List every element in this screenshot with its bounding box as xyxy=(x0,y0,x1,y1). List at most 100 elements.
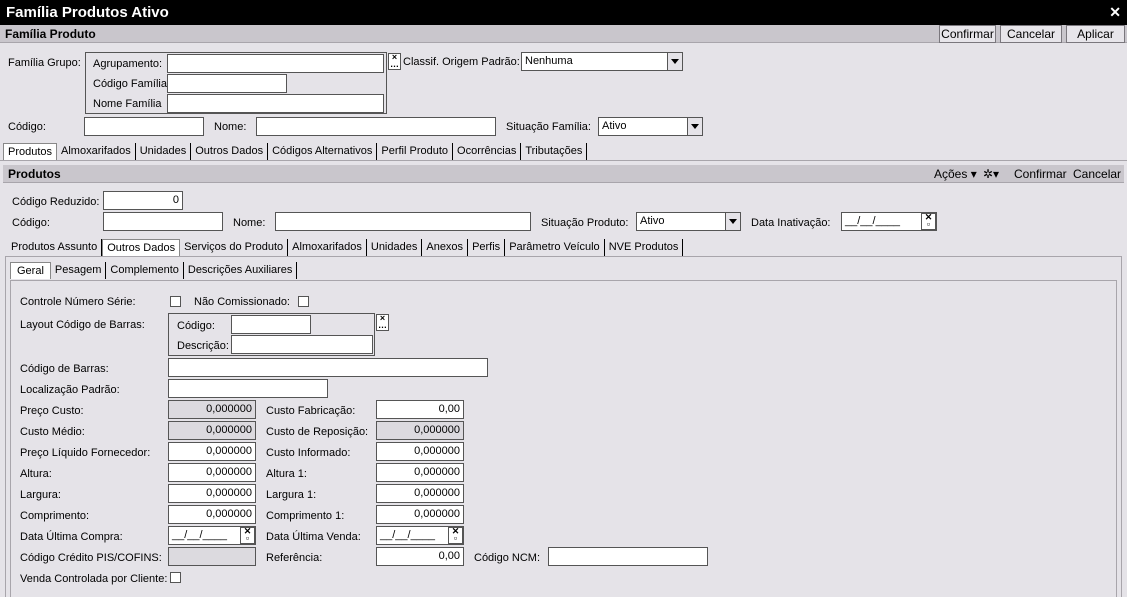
layout-codigo-label: Código: xyxy=(177,320,215,332)
tab-perfis[interactable]: Perfis xyxy=(468,239,506,256)
custo-informado-input[interactable]: 0,000000 xyxy=(376,442,464,461)
window-title: Família Produtos Ativo xyxy=(0,0,1127,25)
preco-custo-input: 0,000000 xyxy=(168,400,256,419)
familia-grupo-label: Família Grupo: xyxy=(8,57,81,69)
tab-unidades-produto[interactable]: Unidades xyxy=(367,239,423,256)
data-ultima-compra-label: Data Última Compra: xyxy=(20,531,123,543)
tab-outros-dados[interactable]: Outros Dados xyxy=(191,143,269,160)
agrupamento-lookup-icon[interactable]: ×… xyxy=(388,53,401,70)
produtos-cancel-button[interactable]: Cancelar xyxy=(1073,167,1121,181)
situacao-familia-value: Ativo xyxy=(602,120,627,132)
nao-comissionado-checkbox[interactable] xyxy=(298,296,309,307)
calendar-icon[interactable]: ✕ ▫ xyxy=(448,527,463,544)
custo-medio-label: Custo Médio: xyxy=(20,426,85,438)
produto-nome-input[interactable] xyxy=(275,212,531,231)
nome-familia-input[interactable] xyxy=(167,94,384,113)
localizacao-label: Localização Padrão: xyxy=(20,384,120,396)
classif-origem-label: Classif. Origem Padrão: xyxy=(403,56,520,68)
classif-origem-value: Nenhuma xyxy=(525,55,573,67)
tab-geral[interactable]: Geral xyxy=(10,262,51,279)
tab-almoxarifados[interactable]: Almoxarifados xyxy=(57,143,136,160)
settings-icon[interactable]: ✲▾ xyxy=(983,167,999,181)
codigo-reduzido-label: Código Reduzido: xyxy=(12,196,100,208)
familia-confirm-button[interactable]: Confirmar xyxy=(939,25,996,43)
custo-fabricacao-label: Custo Fabricação: xyxy=(266,405,356,417)
custo-reposicao-input: 0,000000 xyxy=(376,421,464,440)
produto-codigo-input[interactable] xyxy=(103,212,223,231)
tab-servicos-produto[interactable]: Serviços do Produto xyxy=(180,239,289,256)
tab-codigos-alternativos[interactable]: Códigos Alternativos xyxy=(268,143,378,160)
main-tab-bar: Produtos Almoxarifados Unidades Outros D… xyxy=(3,143,588,160)
layout-codigo-input[interactable] xyxy=(231,315,311,334)
venda-controlada-checkbox[interactable] xyxy=(170,572,181,583)
close-icon[interactable]: ✕ xyxy=(1109,0,1121,25)
chevron-down-icon[interactable] xyxy=(667,53,682,70)
codigo-barras-label: Código de Barras: xyxy=(20,363,109,375)
credito-pis-label: Código Crédito PIS/COFINS: xyxy=(20,552,162,564)
familia-nome-input[interactable] xyxy=(256,117,496,136)
referencia-input[interactable]: 0,00 xyxy=(376,547,464,566)
altura-label: Altura: xyxy=(20,468,52,480)
custo-reposicao-label: Custo de Reposição: xyxy=(266,426,369,438)
familia-apply-button[interactable]: Aplicar xyxy=(1066,25,1125,43)
calendar-icon[interactable]: ✕ ▫ xyxy=(921,213,936,230)
tab-unidades[interactable]: Unidades xyxy=(136,143,192,160)
tab-ocorrencias[interactable]: Ocorrências xyxy=(453,143,522,160)
tab-perfil-produto[interactable]: Perfil Produto xyxy=(377,143,454,160)
data-ultima-venda-label: Data Última Venda: xyxy=(266,531,361,543)
comprimento-input[interactable]: 0,000000 xyxy=(168,505,256,524)
nao-comissionado-label: Não Comissionado: xyxy=(194,296,290,308)
localizacao-input[interactable] xyxy=(168,379,328,398)
preco-liquido-input[interactable]: 0,000000 xyxy=(168,442,256,461)
credito-pis-input xyxy=(168,547,256,566)
preco-liquido-label: Preço Líquido Fornecedor: xyxy=(20,447,151,459)
codigo-ncm-input[interactable] xyxy=(548,547,708,566)
layout-lookup-icon[interactable]: ×… xyxy=(376,314,389,331)
codigo-reduzido-input[interactable]: 0 xyxy=(103,191,183,210)
referencia-label: Referência: xyxy=(266,552,323,564)
acoes-menu[interactable]: Ações ▾ xyxy=(934,167,977,181)
outros-tab-bar: Geral Pesagem Complemento Descrições Aux… xyxy=(10,262,298,279)
familia-cancel-button[interactable]: Cancelar xyxy=(1000,25,1062,43)
tab-produtos[interactable]: Produtos xyxy=(3,143,58,160)
layout-barras-label: Layout Código de Barras: xyxy=(20,319,145,331)
codigo-barras-input[interactable] xyxy=(168,358,488,377)
data-inativacao-label: Data Inativação: xyxy=(751,217,831,229)
layout-descricao-label: Descrição: xyxy=(177,340,229,352)
chevron-down-icon[interactable] xyxy=(687,118,702,135)
tab-complemento[interactable]: Complemento xyxy=(106,262,184,279)
comprimento1-input[interactable]: 0,000000 xyxy=(376,505,464,524)
familia-codigo-input[interactable] xyxy=(84,117,204,136)
tab-tributacoes[interactable]: Tributações xyxy=(521,143,588,160)
tab-parametro-veiculo[interactable]: Parâmetro Veículo xyxy=(505,239,605,256)
custo-fabricacao-input[interactable]: 0,00 xyxy=(376,400,464,419)
layout-descricao-input[interactable] xyxy=(231,335,373,354)
altura-input[interactable]: 0,000000 xyxy=(168,463,256,482)
largura1-label: Largura 1: xyxy=(266,489,317,501)
produtos-confirm-button[interactable]: Confirmar xyxy=(1014,167,1067,181)
familia-codigo-label: Código: xyxy=(8,121,46,133)
situacao-familia-label: Situação Família: xyxy=(506,121,591,133)
tab-outros-dados-produto[interactable]: Outros Dados xyxy=(102,239,181,256)
controle-serie-checkbox[interactable] xyxy=(170,296,181,307)
custo-medio-input: 0,000000 xyxy=(168,421,256,440)
tab-almoxarifados-produto[interactable]: Almoxarifados xyxy=(288,239,367,256)
codigo-familia-input[interactable] xyxy=(167,74,287,93)
tab-produtos-assunto[interactable]: Produtos Assunto xyxy=(7,239,103,256)
agrupamento-input[interactable] xyxy=(167,54,384,73)
tab-descricoes-auxiliares[interactable]: Descrições Auxiliares xyxy=(184,262,298,279)
tab-anexos[interactable]: Anexos xyxy=(422,239,469,256)
situacao-produto-label: Situação Produto: xyxy=(541,217,629,229)
tab-pesagem[interactable]: Pesagem xyxy=(51,262,107,279)
chevron-down-icon[interactable] xyxy=(725,213,740,230)
custo-informado-label: Custo Informado: xyxy=(266,447,351,459)
largura-input[interactable]: 0,000000 xyxy=(168,484,256,503)
tab-nve-produtos[interactable]: NVE Produtos xyxy=(605,239,684,256)
codigo-familia-label: Código Família xyxy=(93,78,167,90)
largura1-input[interactable]: 0,000000 xyxy=(376,484,464,503)
familia-header-label: Família Produto xyxy=(5,27,96,41)
altura1-input[interactable]: 0,000000 xyxy=(376,463,464,482)
produto-codigo-label: Código: xyxy=(12,217,50,229)
classif-origem-select[interactable]: Nenhuma xyxy=(521,52,683,71)
calendar-icon[interactable]: ✕ ▫ xyxy=(240,527,255,544)
